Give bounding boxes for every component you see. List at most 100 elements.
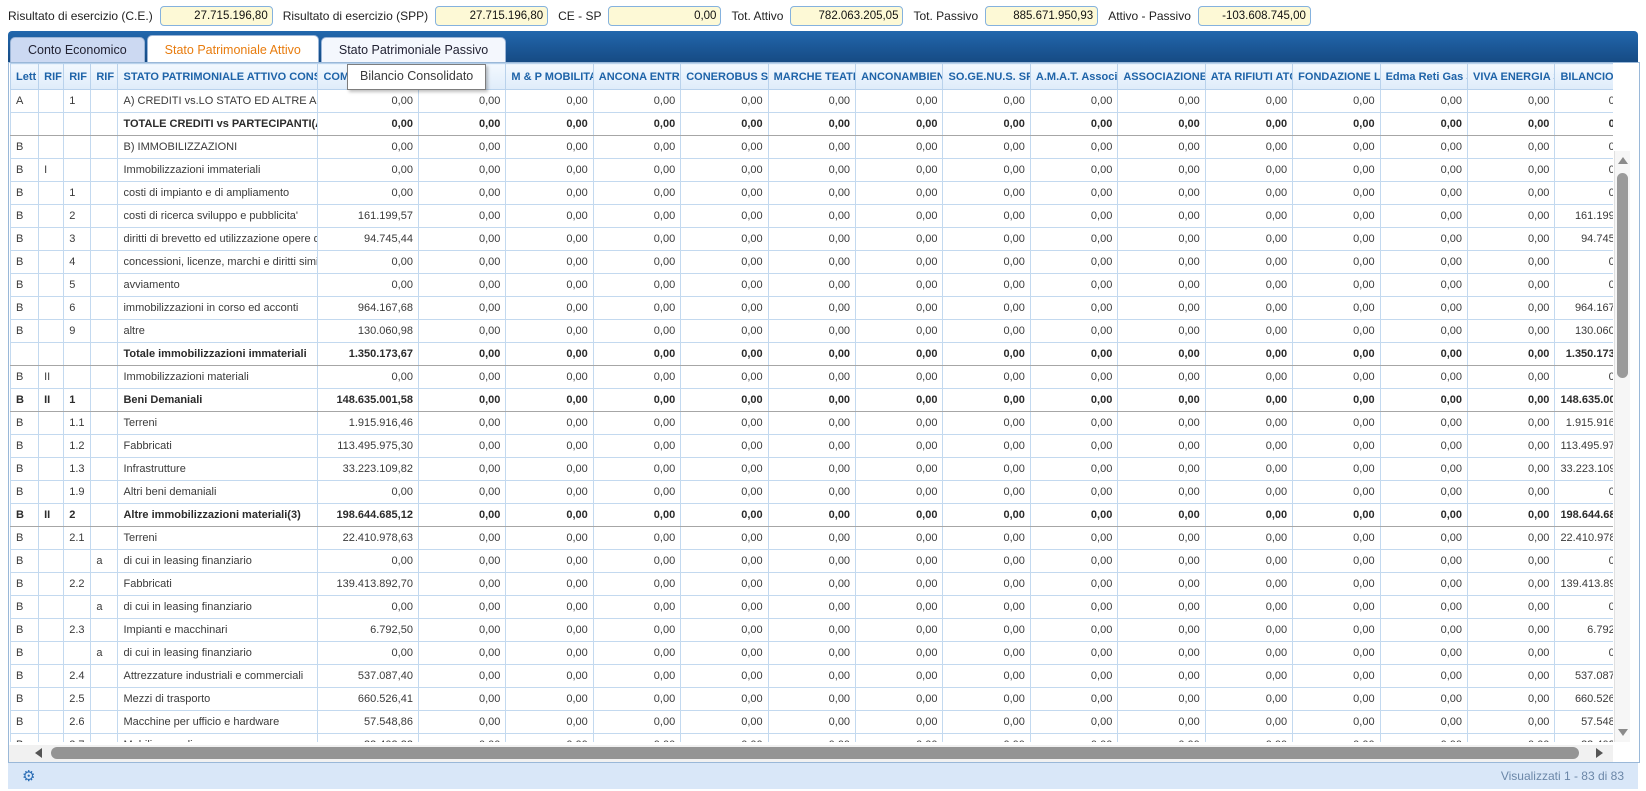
cell-value-zero[interactable]: 0,00 bbox=[1380, 665, 1467, 688]
cell-value-zero[interactable]: 0,00 bbox=[593, 619, 680, 642]
cell-value-zero[interactable]: 0,00 bbox=[1293, 90, 1380, 113]
cell-value-zero[interactable]: 0,00 bbox=[1118, 389, 1205, 412]
table-row[interactable]: B9altre130.060,980,000,000,000,000,000,0… bbox=[11, 320, 1614, 343]
cell-value-zero[interactable]: 0,00 bbox=[593, 435, 680, 458]
cell-value-zero[interactable]: 0,00 bbox=[856, 550, 943, 573]
cell-value-zero[interactable]: 0,00 bbox=[943, 90, 1030, 113]
cell-rif2[interactable]: 2.1 bbox=[64, 527, 91, 550]
cell-value-zero[interactable]: 0,00 bbox=[856, 320, 943, 343]
cell-value-zero[interactable]: 0,00 bbox=[1205, 297, 1292, 320]
cell-value-zero[interactable]: 0,00 bbox=[856, 504, 943, 527]
cell-rif1[interactable] bbox=[39, 136, 64, 159]
table-row[interactable]: TOTALE CREDITI vs PARTECIPANTI(A) 0,000,0… bbox=[11, 113, 1614, 136]
cell-rif1[interactable] bbox=[39, 527, 64, 550]
cell-value-zero[interactable]: 0,00 bbox=[943, 320, 1030, 343]
cell-value-zero[interactable]: 0,00 bbox=[506, 711, 593, 734]
scroll-left-icon[interactable] bbox=[35, 748, 42, 758]
cell-value-zero[interactable]: 0,00 bbox=[681, 504, 768, 527]
cell-rif1[interactable]: II bbox=[39, 389, 64, 412]
cell-lett[interactable] bbox=[11, 113, 39, 136]
cell-rif3[interactable]: a bbox=[91, 642, 118, 665]
table-row[interactable]: B6immobilizzazioni in corso ed acconti96… bbox=[11, 297, 1614, 320]
cell-value-zero[interactable]: 0,00 bbox=[418, 205, 505, 228]
table-row[interactable]: B3diritti di brevetto ed utilizzazione o… bbox=[11, 228, 1614, 251]
row-description[interactable]: Totale immobilizzazioni immateriali bbox=[118, 343, 318, 366]
cell-value-zero[interactable]: 0,00 bbox=[1030, 573, 1117, 596]
cell-value-comune[interactable]: 161.199,57 bbox=[318, 205, 418, 228]
cell-value-zero[interactable]: 0,00 bbox=[1380, 550, 1467, 573]
cell-lett[interactable]: B bbox=[11, 251, 39, 274]
cell-value-zero[interactable]: 0,00 bbox=[1030, 274, 1117, 297]
cell-value-zero[interactable]: 0,00 bbox=[506, 527, 593, 550]
cell-value-zero[interactable]: 0,00 bbox=[1380, 251, 1467, 274]
table-row[interactable]: B1.2Fabbricati113.495.975,300,000,000,00… bbox=[11, 435, 1614, 458]
row-description[interactable]: B) IMMOBILIZZAZIONI bbox=[118, 136, 318, 159]
cell-value-zero[interactable]: 0,00 bbox=[1118, 504, 1205, 527]
cell-rif1[interactable]: II bbox=[39, 366, 64, 389]
cell-value-zero[interactable]: 0,00 bbox=[1293, 251, 1380, 274]
cell-value-zero[interactable]: 0,00 bbox=[1468, 205, 1555, 228]
cell-value-zero[interactable]: 0,00 bbox=[768, 366, 855, 389]
cell-value-bilancio[interactable]: 57.548,86 bbox=[1555, 711, 1613, 734]
cell-rif3[interactable]: a bbox=[91, 550, 118, 573]
cell-value-zero[interactable]: 0,00 bbox=[1030, 458, 1117, 481]
cell-value-zero[interactable]: 0,00 bbox=[1205, 481, 1292, 504]
cell-value-zero[interactable]: 0,00 bbox=[1118, 665, 1205, 688]
cell-value-zero[interactable]: 0,00 bbox=[681, 205, 768, 228]
cell-value-zero[interactable]: 0,00 bbox=[1030, 481, 1117, 504]
cell-value-zero[interactable]: 0,00 bbox=[418, 366, 505, 389]
cell-value-zero[interactable]: 0,00 bbox=[1205, 113, 1292, 136]
cell-lett[interactable]: B bbox=[11, 688, 39, 711]
cell-value-bilancio[interactable]: 0,00 bbox=[1555, 274, 1613, 297]
row-description[interactable]: TOTALE CREDITI vs PARTECIPANTI(A) bbox=[118, 113, 318, 136]
cell-lett[interactable]: B bbox=[11, 458, 39, 481]
cell-rif2[interactable]: 2.7 bbox=[64, 734, 91, 743]
cell-value-comune[interactable]: 0,00 bbox=[318, 274, 418, 297]
cell-value-comune[interactable]: 22.410.978,63 bbox=[318, 527, 418, 550]
cell-value-zero[interactable]: 0,00 bbox=[506, 251, 593, 274]
row-description[interactable]: Fabbricati bbox=[118, 573, 318, 596]
cell-value-zero[interactable]: 0,00 bbox=[681, 389, 768, 412]
cell-rif2[interactable] bbox=[64, 113, 91, 136]
row-description[interactable]: Immobilizzazioni materiali bbox=[118, 366, 318, 389]
cell-value-bilancio[interactable]: 0,00 bbox=[1555, 550, 1613, 573]
cell-value-zero[interactable]: 0,00 bbox=[1293, 619, 1380, 642]
cell-value-zero[interactable]: 0,00 bbox=[856, 412, 943, 435]
cell-rif2[interactable]: 9 bbox=[64, 320, 91, 343]
cell-value-zero[interactable]: 0,00 bbox=[593, 343, 680, 366]
cell-value-zero[interactable]: 0,00 bbox=[681, 481, 768, 504]
row-description[interactable]: Impianti e macchinari bbox=[118, 619, 318, 642]
cell-value-zero[interactable]: 0,00 bbox=[768, 665, 855, 688]
cell-value-zero[interactable]: 0,00 bbox=[1293, 113, 1380, 136]
column-header[interactable]: FONDAZIONE LI bbox=[1293, 64, 1380, 90]
cell-value-zero[interactable]: 0,00 bbox=[943, 619, 1030, 642]
cell-value-zero[interactable]: 0,00 bbox=[1468, 573, 1555, 596]
cell-value-zero[interactable]: 0,00 bbox=[1205, 619, 1292, 642]
cell-value-zero[interactable]: 0,00 bbox=[681, 527, 768, 550]
cell-value-comune[interactable]: 139.413.892,70 bbox=[318, 573, 418, 596]
cell-rif2[interactable] bbox=[64, 136, 91, 159]
cell-lett[interactable]: A bbox=[11, 90, 39, 113]
cell-value-zero[interactable]: 0,00 bbox=[1468, 320, 1555, 343]
column-header[interactable]: ANCONA ENTRA bbox=[593, 64, 680, 90]
tab-stato-patrimoniale-attivo[interactable]: Stato Patrimoniale Attivo bbox=[147, 35, 319, 62]
cell-value-zero[interactable]: 0,00 bbox=[418, 711, 505, 734]
cell-value-zero[interactable]: 0,00 bbox=[1293, 182, 1380, 205]
cell-value-zero[interactable]: 0,00 bbox=[418, 343, 505, 366]
cell-rif1[interactable] bbox=[39, 343, 64, 366]
cell-rif1[interactable] bbox=[39, 458, 64, 481]
cell-lett[interactable]: B bbox=[11, 205, 39, 228]
cell-value-zero[interactable]: 0,00 bbox=[943, 642, 1030, 665]
cell-value-comune[interactable]: 113.495.975,30 bbox=[318, 435, 418, 458]
cell-value-zero[interactable]: 0,00 bbox=[1205, 228, 1292, 251]
cell-rif3[interactable] bbox=[91, 688, 118, 711]
cell-value-zero[interactable]: 0,00 bbox=[1118, 205, 1205, 228]
cell-value-zero[interactable]: 0,00 bbox=[943, 412, 1030, 435]
vertical-scrollbar[interactable] bbox=[1614, 151, 1630, 742]
cell-value-zero[interactable]: 0,00 bbox=[593, 412, 680, 435]
cell-rif1[interactable] bbox=[39, 619, 64, 642]
cell-rif3[interactable] bbox=[91, 389, 118, 412]
cell-value-zero[interactable]: 0,00 bbox=[856, 458, 943, 481]
cell-value-zero[interactable]: 0,00 bbox=[1380, 711, 1467, 734]
column-header[interactable]: BILANCIO CONS bbox=[1555, 64, 1613, 90]
